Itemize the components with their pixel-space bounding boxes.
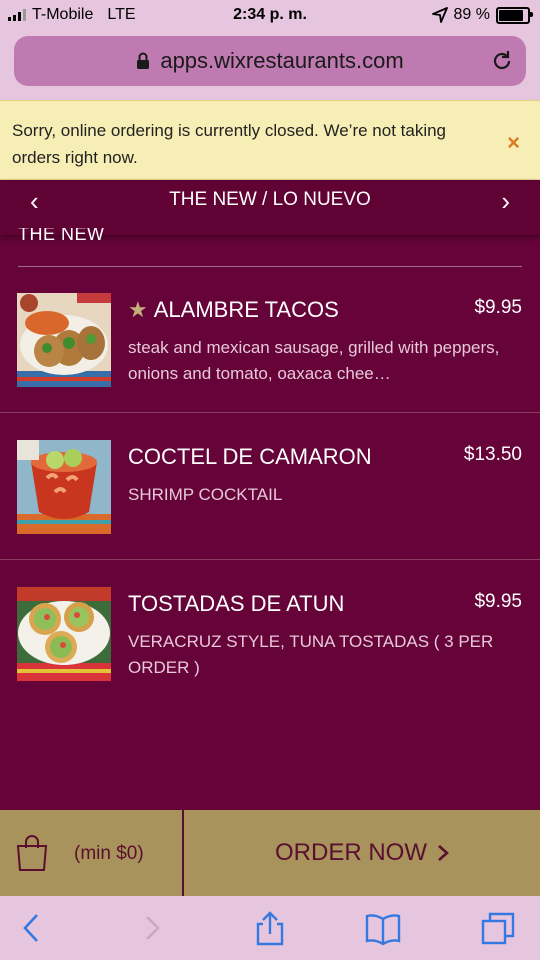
shrimp-cocktail-photo — [17, 440, 111, 534]
item-description: steak and mexican sausage, grilled with … — [128, 338, 500, 383]
item-description: VERACRUZ STYLE, TUNA TOSTADAS ( 3 PER OR… — [128, 632, 494, 677]
category-title: THE NEW / LO NUEVO — [169, 189, 371, 210]
item-divider — [0, 412, 540, 413]
tabs-icon[interactable] — [480, 910, 516, 946]
featured-star-icon: ★ — [128, 297, 148, 322]
tuna-tostadas-photo — [17, 587, 111, 681]
minimum-order: (min $0) — [74, 843, 144, 864]
item-name: ★ ALAMBRE TACOS — [128, 297, 339, 323]
order-now-label: ORDER NOW — [275, 839, 427, 866]
section-divider — [18, 266, 522, 267]
tacos-photo — [17, 293, 111, 387]
ordering-closed-banner: Sorry, online ordering is currently clos… — [0, 100, 540, 180]
bookmarks-icon[interactable] — [365, 910, 401, 946]
item-name-text: ALAMBRE TACOS — [153, 297, 339, 322]
order-now-button[interactable]: ORDER NOW — [184, 810, 540, 896]
banner-message: Sorry, online ordering is currently clos… — [12, 121, 447, 167]
back-icon[interactable] — [14, 910, 50, 946]
item-divider — [0, 559, 540, 560]
browser-toolbar — [0, 896, 540, 960]
menu-item[interactable]: TOSTADAS DE ATUN $9.95 VERACRUZ STYLE, T… — [0, 587, 540, 733]
shopping-bag-icon — [16, 835, 48, 871]
forward-icon[interactable] — [134, 910, 170, 946]
url-bar[interactable]: apps.wixrestaurants.com — [14, 36, 526, 86]
menu-item[interactable]: COCTEL DE CAMARON $13.50 SHRIMP COCKTAIL — [0, 440, 540, 586]
item-description: SHRIMP COCKTAIL — [128, 485, 283, 504]
share-icon[interactable] — [252, 910, 288, 946]
battery-percent: 89 % — [453, 6, 490, 23]
battery-icon — [496, 6, 533, 24]
menu-item[interactable]: ★ ALAMBRE TACOS $9.95 steak and mexican s… — [0, 293, 540, 439]
reload-icon[interactable] — [490, 49, 514, 73]
item-name: TOSTADAS DE ATUN — [128, 591, 345, 616]
location-arrow-icon — [431, 7, 448, 23]
cart-summary[interactable]: (min $0) — [0, 810, 184, 896]
item-price: $9.95 — [474, 591, 522, 612]
status-right: 89 % — [431, 6, 533, 24]
category-nav: ‹ THE NEW / LO NUEVO › — [0, 181, 540, 235]
chevron-right-icon[interactable]: › — [501, 186, 510, 217]
item-name: COCTEL DE CAMARON — [128, 444, 372, 469]
close-icon[interactable]: × — [507, 129, 520, 156]
item-price: $13.50 — [463, 444, 522, 465]
chevron-right-icon — [438, 845, 449, 861]
order-bar: (min $0) ORDER NOW — [0, 810, 540, 896]
browser-address-area: apps.wixrestaurants.com — [0, 32, 540, 100]
item-price: $9.95 — [474, 297, 522, 318]
lock-icon — [137, 52, 150, 69]
url-text: apps.wixrestaurants.com — [160, 48, 404, 73]
status-bar: T-Mobile LTE 2:34 p. m. 89 % — [0, 0, 540, 32]
